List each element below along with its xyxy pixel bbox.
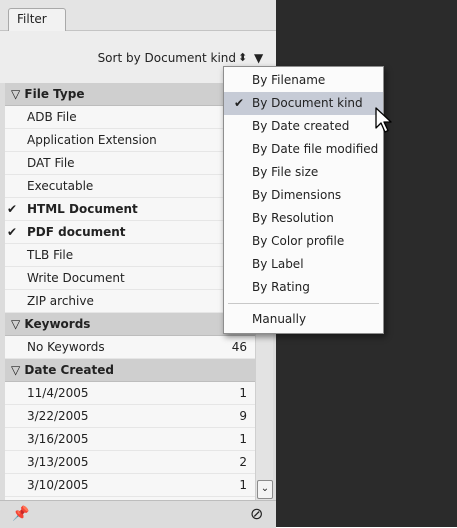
collapse-triangle-icon: ▽ <box>11 317 21 331</box>
item-label: PDF document <box>27 225 126 239</box>
menu-separator <box>228 303 379 304</box>
check-icon: ✔ <box>7 225 18 239</box>
sort-menu-arrow-icon[interactable]: ▼ <box>254 51 263 65</box>
item-label: 3/13/2005 <box>27 455 89 469</box>
list-item[interactable]: 3/10/2005 1 <box>5 474 255 497</box>
list-item-checked[interactable]: ✔ PDF document <box>5 221 255 244</box>
list-item[interactable]: TLB File <box>5 244 255 267</box>
list-item[interactable]: ZIP archive <box>5 290 255 313</box>
item-label: Write Document <box>27 271 125 285</box>
menu-item-label: By Date created <box>252 119 350 133</box>
item-count: 1 <box>239 478 247 492</box>
item-label: No Keywords <box>27 340 105 354</box>
section-header-file-type[interactable]: ▽ File Type <box>5 83 255 106</box>
check-icon: ✔ <box>234 96 245 110</box>
item-label: Executable <box>27 179 94 193</box>
list-item[interactable]: No Keywords 46 <box>5 336 255 359</box>
section-title: File Type <box>24 87 85 101</box>
menu-item-by-resolution[interactable]: By Resolution <box>224 207 383 230</box>
menu-item-manually[interactable]: Manually <box>224 308 383 331</box>
list-item[interactable]: 11/4/2005 1 <box>5 382 255 405</box>
list-item[interactable]: Application Extension <box>5 129 255 152</box>
list-item[interactable]: ADB File <box>5 106 255 129</box>
list-item[interactable]: Write Document <box>5 267 255 290</box>
panel-bottom-bar <box>0 500 276 528</box>
item-label: 3/10/2005 <box>27 478 89 492</box>
item-count: 2 <box>239 455 247 469</box>
menu-item-by-document-kind[interactable]: ✔ By Document kind <box>224 92 383 115</box>
list-item[interactable]: 3/22/2005 9 <box>5 405 255 428</box>
sort-label[interactable]: Sort by Document kind <box>98 51 236 65</box>
sort-popup-menu: By Filename ✔ By Document kind By Date c… <box>223 66 384 334</box>
item-count: 9 <box>239 409 247 423</box>
item-label: ZIP archive <box>27 294 94 308</box>
check-icon: ✔ <box>7 202 18 216</box>
list-item[interactable]: DAT File <box>5 152 255 175</box>
list-item[interactable]: 3/13/2005 2 <box>5 451 255 474</box>
menu-item-label: By Filename <box>252 73 326 87</box>
section-title: Date Created <box>24 363 114 377</box>
collapse-triangle-icon: ▽ <box>11 363 21 377</box>
clear-filter-icon[interactable]: ⊘ <box>250 504 263 523</box>
menu-item-label: By Label <box>252 257 304 271</box>
item-label: 11/4/2005 <box>27 386 89 400</box>
menu-item-label: By Color profile <box>252 234 345 248</box>
menu-item-by-file-size[interactable]: By File size <box>224 161 383 184</box>
item-count: 1 <box>239 386 247 400</box>
menu-item-label: By Document kind <box>252 96 363 110</box>
menu-item-by-date-created[interactable]: By Date created <box>224 115 383 138</box>
item-label: 3/22/2005 <box>27 409 89 423</box>
tab-filter-label: Filter <box>17 12 47 26</box>
list-item[interactable]: Executable <box>5 175 255 198</box>
item-label: HTML Document <box>27 202 138 216</box>
item-label: TLB File <box>27 248 74 262</box>
item-label: ADB File <box>27 110 77 124</box>
menu-item-by-date-file-modified[interactable]: By Date file modified <box>224 138 383 161</box>
menu-item-label: By File size <box>252 165 319 179</box>
item-count: 46 <box>231 340 247 354</box>
scroll-down-button[interactable]: ⌄ <box>257 480 273 499</box>
menu-item-label: By Rating <box>252 280 310 294</box>
section-header-keywords[interactable]: ▽ Keywords <box>5 313 255 336</box>
mouse-pointer-icon <box>375 107 392 133</box>
chevron-down-icon: ⌄ <box>260 483 270 494</box>
pin-icon[interactable]: 📌 <box>12 506 29 522</box>
item-label: DAT File <box>27 156 75 170</box>
menu-item-label: Manually <box>252 312 307 326</box>
menu-item-label: By Dimensions <box>252 188 342 202</box>
menu-item-by-dimensions[interactable]: By Dimensions <box>224 184 383 207</box>
item-label: 3/16/2005 <box>27 432 89 446</box>
section-title: Keywords <box>24 317 91 331</box>
item-count: 1 <box>239 432 247 446</box>
menu-item-label: By Date file modified <box>252 142 379 156</box>
menu-item-by-label[interactable]: By Label <box>224 253 383 276</box>
item-label: Application Extension <box>27 133 157 147</box>
list-item-checked[interactable]: ✔ HTML Document <box>5 198 255 221</box>
menu-item-by-color-profile[interactable]: By Color profile <box>224 230 383 253</box>
menu-item-by-filename[interactable]: By Filename <box>224 69 383 92</box>
menu-item-by-rating[interactable]: By Rating <box>224 276 383 299</box>
sort-order-icon[interactable]: ⬍ <box>238 51 247 64</box>
filter-list: ▽ File Type ADB File Application Extensi… <box>5 83 255 500</box>
section-header-date-created[interactable]: ▽ Date Created <box>5 359 255 382</box>
menu-item-label: By Resolution <box>252 211 334 225</box>
list-item[interactable]: 3/16/2005 1 <box>5 428 255 451</box>
collapse-triangle-icon: ▽ <box>11 87 21 101</box>
